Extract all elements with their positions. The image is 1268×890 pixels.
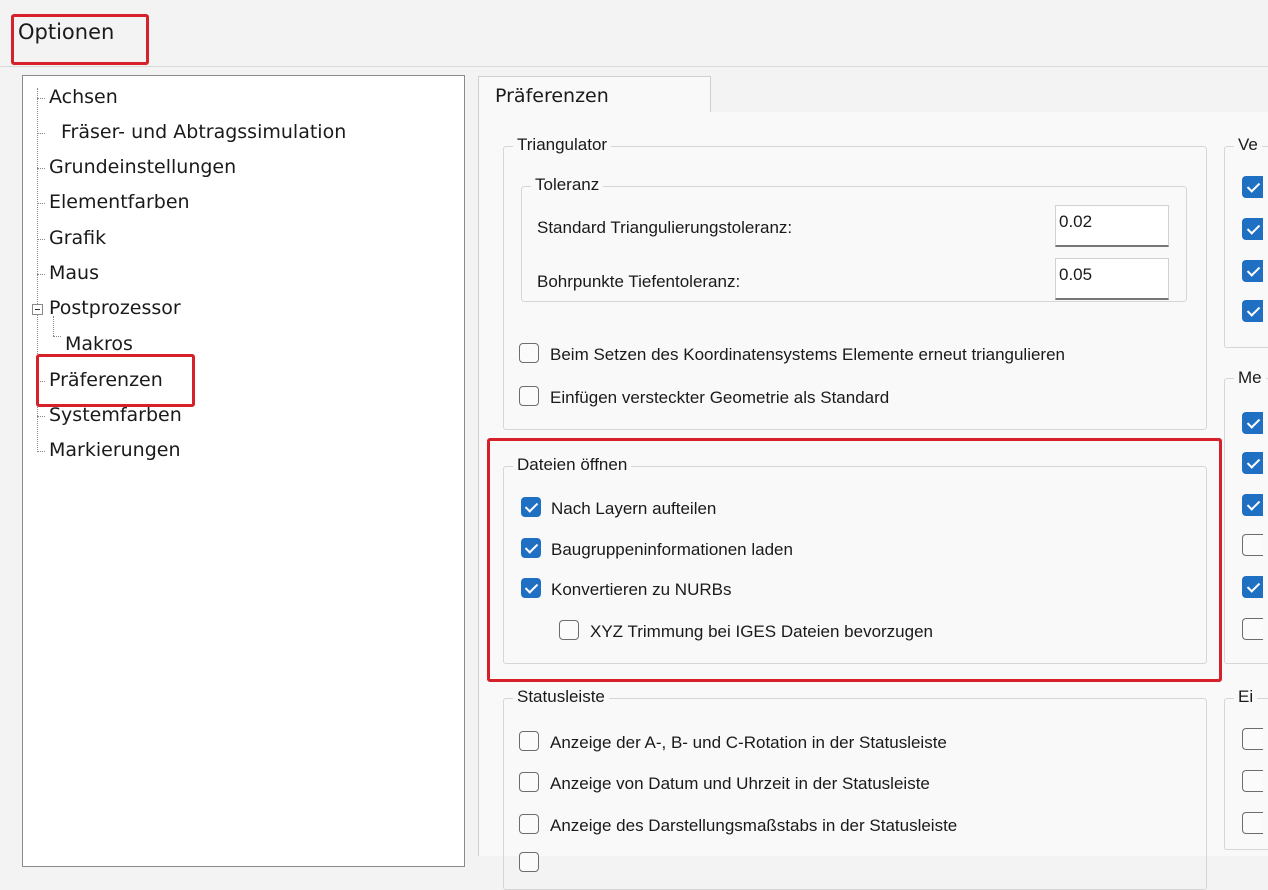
checkbox-ve-3[interactable] <box>1242 260 1263 282</box>
tab-praeferenzen[interactable]: Präferenzen <box>478 76 711 112</box>
checkbox-retriangulate[interactable] <box>519 343 539 363</box>
checkbox-ve-4[interactable] <box>1242 300 1263 322</box>
tree-item-achsen[interactable]: Achsen <box>49 86 118 108</box>
collapse-icon[interactable] <box>32 304 43 315</box>
group-title-toleranz: Toleranz <box>531 175 604 195</box>
highlight-box-dateien <box>487 438 1222 682</box>
tree-branch <box>37 168 45 169</box>
standard-tolerance-value: 0.02 <box>1059 212 1093 231</box>
label-display-scale: Anzeige des Darstellungsmaßstabs in der … <box>550 816 958 835</box>
checkbox-ve-1[interactable] <box>1242 176 1263 198</box>
standard-tolerance-input[interactable]: 0.02 <box>1055 205 1169 247</box>
tree-branch <box>37 133 45 134</box>
drill-depth-tolerance-input[interactable]: 0.05 <box>1055 258 1169 300</box>
tree-item-postprozessor[interactable]: Postprozessor <box>49 297 181 319</box>
checkbox-me-5[interactable] <box>1242 576 1263 598</box>
tree-branch <box>37 98 45 99</box>
tab-label: Präferenzen <box>495 85 609 107</box>
drill-depth-tolerance-label: Bohrpunkte Tiefentoleranz: <box>537 272 741 291</box>
tree-connector-child <box>53 316 54 336</box>
checkbox-date-time[interactable] <box>519 772 539 792</box>
tree-item-elementfarben[interactable]: Elementfarben <box>49 191 190 213</box>
group-statusleiste <box>503 698 1207 890</box>
label-date-time: Anzeige von Datum und Uhrzeit in der Sta… <box>550 774 930 793</box>
tree-item-markierungen[interactable]: Markierungen <box>49 439 181 461</box>
checkbox-partial-hidden[interactable] <box>519 852 539 872</box>
highlight-box-tree <box>36 354 195 407</box>
tree-branch <box>37 416 45 417</box>
checkbox-ei-1[interactable] <box>1242 728 1263 750</box>
options-tree: Achsen Fräser- und Abtragssimulation Gru… <box>22 75 465 867</box>
checkbox-me-6[interactable] <box>1242 618 1263 640</box>
label-abc-rotation: Anzeige der A-, B- und C-Rotation in der… <box>550 733 947 752</box>
checkbox-ei-2[interactable] <box>1242 770 1263 792</box>
tree-item-grundeinstellungen[interactable]: Grundeinstellungen <box>49 156 236 178</box>
drill-depth-tolerance-value: 0.05 <box>1059 265 1093 284</box>
group-title-statusleiste: Statusleiste <box>513 687 609 707</box>
group-title-me: Me <box>1234 368 1266 388</box>
checkbox-hidden-geometry[interactable] <box>519 386 539 406</box>
group-title-ve: Ve <box>1234 135 1262 155</box>
tree-item-maus[interactable]: Maus <box>49 262 99 284</box>
tree-branch <box>37 239 45 240</box>
checkbox-me-3[interactable] <box>1242 494 1263 516</box>
tree-item-systemfarben[interactable]: Systemfarben <box>49 404 182 426</box>
checkbox-ve-2[interactable] <box>1242 218 1263 240</box>
tree-branch <box>37 203 45 204</box>
tree-item-grafik[interactable]: Grafik <box>49 227 106 249</box>
checkbox-me-1[interactable] <box>1242 412 1263 434</box>
tree-branch <box>37 274 45 275</box>
group-title-triangulator: Triangulator <box>513 135 612 155</box>
checkbox-display-scale[interactable] <box>519 814 539 834</box>
checkbox-me-2[interactable] <box>1242 452 1263 474</box>
checkbox-me-4[interactable] <box>1242 534 1263 556</box>
highlight-box-title <box>11 14 149 65</box>
title-bar: Optionen <box>0 0 1268 67</box>
tree-item-makros[interactable]: Makros <box>65 333 133 355</box>
standard-tolerance-label: Standard Triangulierungstoleranz: <box>537 218 793 237</box>
checkbox-abc-rotation[interactable] <box>519 731 539 751</box>
tree-branch <box>37 451 45 452</box>
label-hidden-geometry: Einfügen versteckter Geometrie als Stand… <box>550 388 890 407</box>
label-retriangulate: Beim Setzen des Koordinatensystems Eleme… <box>550 345 1066 364</box>
tree-branch <box>53 336 61 337</box>
checkbox-ei-3[interactable] <box>1242 812 1263 834</box>
tree-item-fraeser-simulation[interactable]: Fräser- und Abtragssimulation <box>61 121 346 143</box>
group-title-ei: Ei <box>1234 687 1258 707</box>
tab-strip: Präferenzen <box>478 76 1268 113</box>
